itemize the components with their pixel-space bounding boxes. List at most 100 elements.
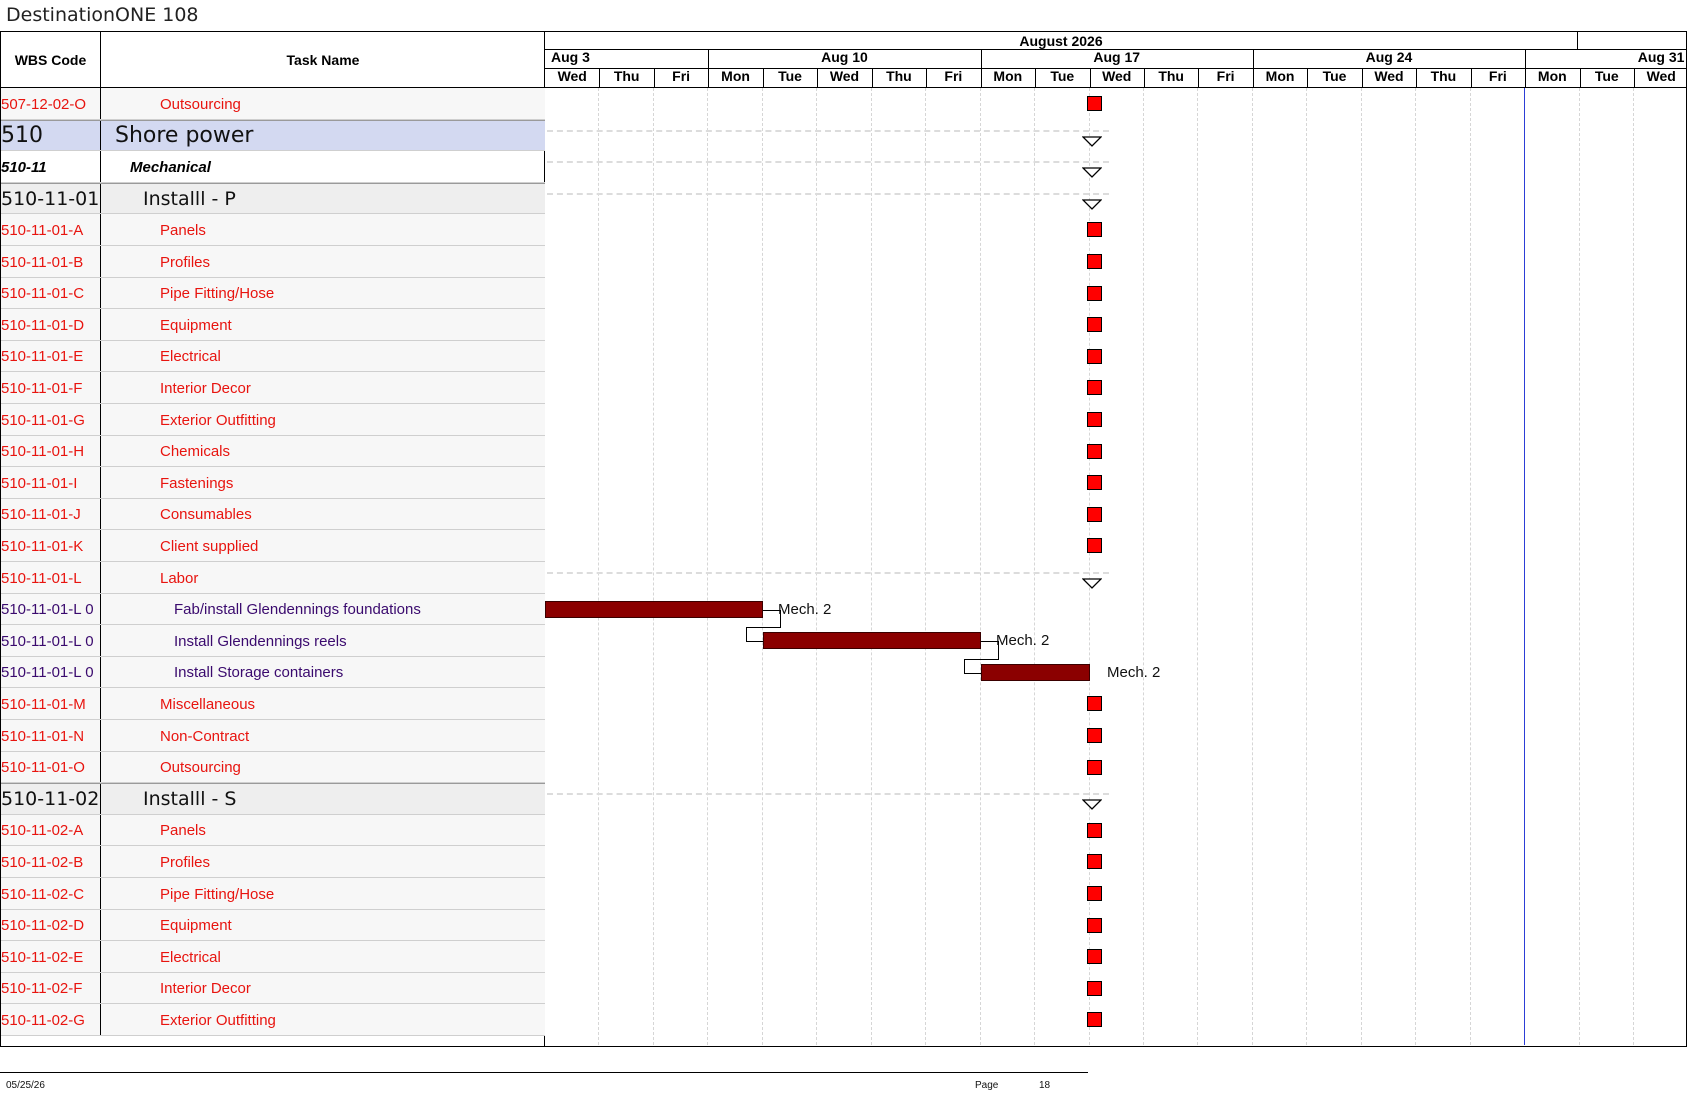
- milestone-marker[interactable]: [1087, 886, 1102, 901]
- task-name: Electrical: [160, 348, 221, 365]
- summary-triangle[interactable]: [1081, 166, 1103, 178]
- table-row[interactable]: 510-11-01-E Electrical: [1, 341, 545, 372]
- wbs-code: 510-11-01-G: [1, 404, 101, 436]
- milestone-marker[interactable]: [1087, 538, 1102, 553]
- milestone-marker[interactable]: [1087, 412, 1102, 427]
- milestone-marker[interactable]: [1087, 980, 1102, 996]
- wbs-code: 510-11-02-C: [1, 878, 101, 910]
- day-label: Thu: [886, 68, 912, 84]
- summary-dashline: [547, 161, 1109, 163]
- milestone-marker[interactable]: [1087, 759, 1102, 775]
- milestone-marker[interactable]: [1087, 475, 1102, 490]
- wbs-code: 510: [1, 120, 101, 151]
- table-row[interactable]: 510-11-01-J Consumables: [1, 499, 545, 530]
- dependency-line: [964, 672, 981, 674]
- table-row[interactable]: 510-11-01-A Panels: [1, 214, 545, 246]
- summary-triangle[interactable]: [1081, 577, 1103, 589]
- task-name: Fastenings: [160, 474, 234, 492]
- day-gridline: [1252, 88, 1253, 1045]
- table-row[interactable]: 510-11-01-G Exterior Outfitting: [1, 404, 545, 436]
- milestone-marker[interactable]: [1087, 348, 1102, 364]
- dependency-line: [746, 641, 763, 642]
- milestone-marker[interactable]: [1087, 854, 1102, 869]
- table-row[interactable]: 510-11-01-B Profiles: [1, 246, 545, 278]
- dependency-line: [964, 659, 965, 673]
- week-label: Aug 3: [551, 49, 590, 65]
- summary-dashline: [547, 572, 1109, 574]
- milestone-marker[interactable]: [1087, 696, 1102, 711]
- table-row[interactable]: 510-11-01 Installl - P: [1, 183, 545, 214]
- table-row[interactable]: 510-11-01-L 0 Install Storage containers: [1, 657, 545, 688]
- day-divider: [1144, 68, 1145, 87]
- table-row[interactable]: 510-11-01-O Outsourcing: [1, 752, 545, 783]
- week-divider: [981, 49, 982, 68]
- milestone-marker[interactable]: [1087, 222, 1102, 237]
- table-row[interactable]: 510-11-01-C Pipe Fitting/Hose: [1, 278, 545, 309]
- summary-triangle[interactable]: [1081, 198, 1103, 210]
- today-line: [1524, 88, 1525, 1045]
- table-row[interactable]: 510-11-02-C Pipe Fitting/Hose: [1, 878, 545, 910]
- milestone-marker[interactable]: [1087, 96, 1102, 111]
- task-bar[interactable]: [981, 663, 1090, 681]
- day-gridline: [1361, 88, 1362, 1045]
- milestone-marker[interactable]: [1087, 380, 1102, 395]
- wbs-code: 510-11-01-M: [1, 688, 101, 720]
- table-row[interactable]: 510-11-01-L 0 Install Glendennings reels: [1, 625, 545, 657]
- milestone-marker[interactable]: [1087, 728, 1102, 743]
- table-row[interactable]: 510-11-01-L 0 Fab/install Glendennings fo…: [1, 594, 545, 625]
- milestone-marker[interactable]: [1087, 506, 1102, 522]
- table-row[interactable]: 510-11-02 Installl - S: [1, 783, 545, 815]
- table-row[interactable]: 510-11-02-D Equipment: [1, 910, 545, 941]
- table-row[interactable]: 510-11-02-E Electrical: [1, 941, 545, 973]
- task-bar[interactable]: [763, 632, 981, 649]
- task-name-column-header[interactable]: Task Name: [102, 32, 544, 87]
- table-row[interactable]: 510-11-02-A Panels: [1, 815, 545, 846]
- milestone-marker[interactable]: [1087, 822, 1102, 838]
- table-row[interactable]: 510-11 Mechanical: [1, 151, 545, 183]
- task-bar[interactable]: [545, 600, 763, 618]
- day-divider: [1035, 68, 1036, 87]
- wbs-code: 510-11-01-K: [1, 530, 101, 562]
- milestone-marker[interactable]: [1087, 285, 1102, 301]
- dependency-line: [780, 609, 781, 627]
- day-divider: [654, 68, 655, 87]
- wbs-code: 510-11-01-C: [1, 278, 101, 309]
- table-row[interactable]: 510-11-01-F Interior Decor: [1, 372, 545, 404]
- day-gridline: [1143, 88, 1144, 1045]
- summary-triangle[interactable]: [1081, 135, 1103, 147]
- day-label: Wed: [557, 68, 587, 84]
- wbs-column-header[interactable]: WBS Code: [1, 32, 101, 87]
- milestone-marker[interactable]: [1087, 254, 1102, 269]
- table-row[interactable]: 510-11-01-H Chemicals: [1, 436, 545, 467]
- table-row[interactable]: 510-11-01-M Miscellaneous: [1, 688, 545, 720]
- table-row[interactable]: 510-11-02-B Profiles: [1, 846, 545, 878]
- day-gridline: [653, 88, 654, 1045]
- summary-triangle[interactable]: [1081, 798, 1103, 810]
- table-row[interactable]: 510-11-01-L Labor: [1, 562, 545, 594]
- table-row[interactable]: 510 Shore power: [1, 120, 545, 151]
- task-name: Electrical: [160, 948, 221, 966]
- table-row[interactable]: 510-11-01-K Client supplied: [1, 530, 545, 562]
- milestone-marker[interactable]: [1087, 1012, 1102, 1027]
- table-row[interactable]: 510-11-01-N Non-Contract: [1, 720, 545, 752]
- milestone-marker[interactable]: [1087, 917, 1102, 933]
- milestone-marker[interactable]: [1087, 443, 1102, 459]
- table-row[interactable]: 510-11-02-G Exterior Outfitting: [1, 1004, 545, 1036]
- task-name: Installl - S: [143, 788, 237, 810]
- gantt-view: DestinationONE 108 WBS Code Task Name Au…: [0, 0, 1687, 1097]
- wbs-code: 510-11-02-B: [1, 846, 101, 878]
- table-row[interactable]: 507-12-02-O Outsourcing: [1, 88, 545, 120]
- milestone-marker[interactable]: [1087, 317, 1102, 332]
- task-name: Panels: [160, 822, 206, 839]
- resource-label: Mech. 2: [996, 632, 1050, 649]
- day-gridline: [925, 88, 926, 1045]
- table-row[interactable]: 510-11-02-F Interior Decor: [1, 973, 545, 1004]
- gantt-chart-area[interactable]: Mech. 2 Mech. 2 Mech. 2: [544, 88, 1687, 1047]
- task-name: Non-Contract: [160, 727, 250, 745]
- table-row[interactable]: 510-11-01-I Fastenings: [1, 467, 545, 499]
- day-gridline: [1034, 88, 1035, 1045]
- table-row[interactable]: 510-11-01-D Equipment: [1, 309, 545, 341]
- wbs-code: 510-11-02-E: [1, 941, 101, 973]
- task-name: Miscellaneous: [160, 695, 256, 713]
- milestone-marker[interactable]: [1087, 949, 1102, 964]
